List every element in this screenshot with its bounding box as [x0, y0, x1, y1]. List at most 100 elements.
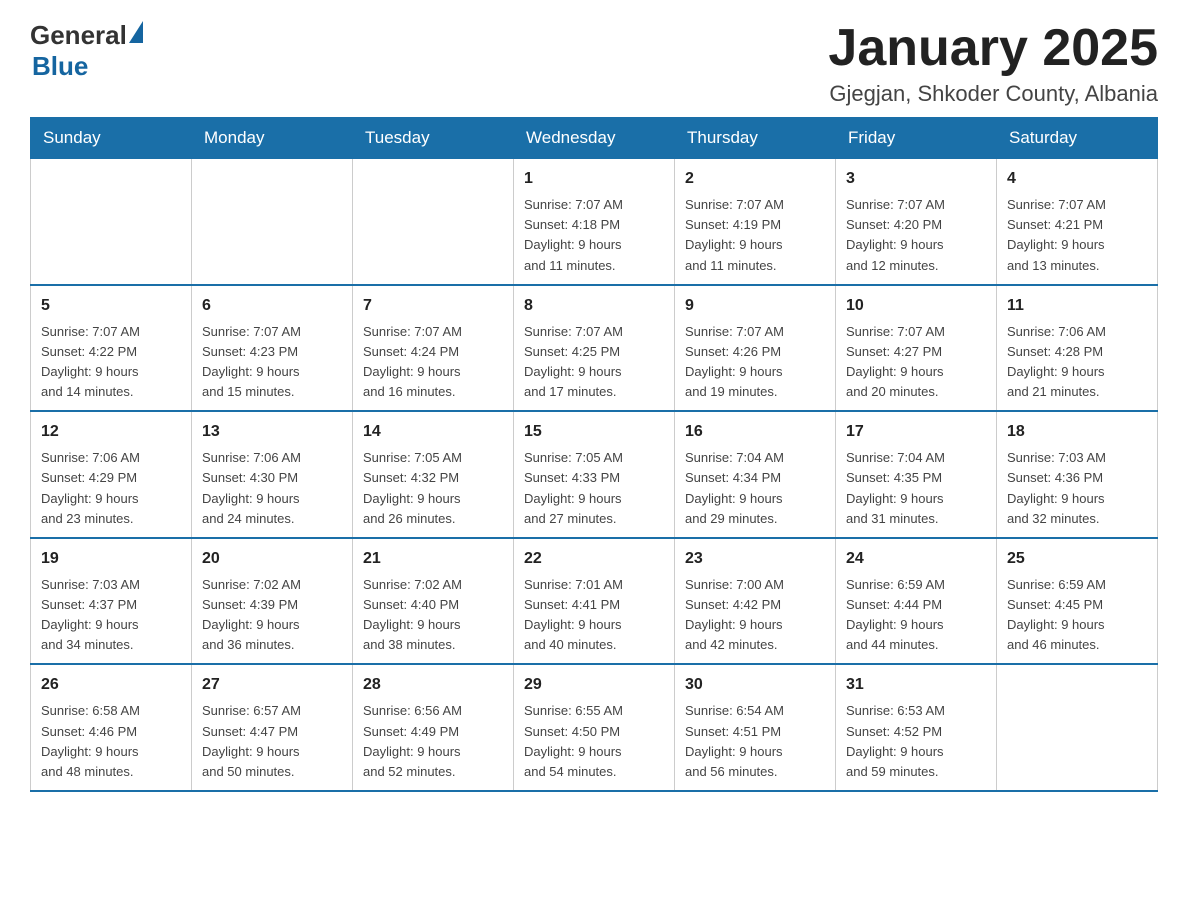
- day-number: 3: [846, 167, 986, 191]
- calendar-table: SundayMondayTuesdayWednesdayThursdayFrid…: [30, 117, 1158, 792]
- day-info: Sunrise: 7:00 AM Sunset: 4:42 PM Dayligh…: [685, 575, 825, 656]
- day-number: 29: [524, 673, 664, 697]
- day-number: 16: [685, 420, 825, 444]
- day-info: Sunrise: 7:07 AM Sunset: 4:24 PM Dayligh…: [363, 322, 503, 403]
- day-number: 26: [41, 673, 181, 697]
- day-info: Sunrise: 7:04 AM Sunset: 4:35 PM Dayligh…: [846, 448, 986, 529]
- day-info: Sunrise: 6:57 AM Sunset: 4:47 PM Dayligh…: [202, 701, 342, 782]
- day-number: 11: [1007, 294, 1147, 318]
- logo-triangle-icon: [129, 21, 143, 43]
- calendar-day-cell: 20Sunrise: 7:02 AM Sunset: 4:39 PM Dayli…: [192, 538, 353, 665]
- day-number: 21: [363, 547, 503, 571]
- calendar-day-header: Wednesday: [514, 118, 675, 159]
- calendar-day-cell: 15Sunrise: 7:05 AM Sunset: 4:33 PM Dayli…: [514, 411, 675, 538]
- calendar-day-cell: 16 Sunrise: 7:04 AM Sunset: 4:34 PM Dayli…: [675, 411, 836, 538]
- calendar-day-cell: 7 Sunrise: 7:07 AM Sunset: 4:24 PM Daylig…: [353, 285, 514, 412]
- page-subtitle: Gjegjan, Shkoder County, Albania: [828, 81, 1158, 107]
- calendar-day-cell: 22Sunrise: 7:01 AM Sunset: 4:41 PM Dayli…: [514, 538, 675, 665]
- day-info: Sunrise: 6:59 AM Sunset: 4:45 PM Dayligh…: [1007, 575, 1147, 656]
- day-number: 7: [363, 294, 503, 318]
- day-info: Sunrise: 7:05 AM Sunset: 4:33 PM Dayligh…: [524, 448, 664, 529]
- day-number: 14: [363, 420, 503, 444]
- day-info: Sunrise: 7:06 AM Sunset: 4:29 PM Dayligh…: [41, 448, 181, 529]
- logo: General Blue: [30, 20, 143, 82]
- day-number: 27: [202, 673, 342, 697]
- logo-blue: Blue: [32, 51, 88, 81]
- day-number: 24: [846, 547, 986, 571]
- calendar-day-cell: 25 Sunrise: 6:59 AM Sunset: 4:45 PM Dayli…: [997, 538, 1158, 665]
- calendar-day-cell: 27 Sunrise: 6:57 AM Sunset: 4:47 PM Dayli…: [192, 664, 353, 791]
- day-number: 13: [202, 420, 342, 444]
- calendar-day-cell: 18Sunrise: 7:03 AM Sunset: 4:36 PM Dayli…: [997, 411, 1158, 538]
- calendar-day-cell: [31, 159, 192, 285]
- calendar-day-cell: 6 Sunrise: 7:07 AM Sunset: 4:23 PM Daylig…: [192, 285, 353, 412]
- day-number: 10: [846, 294, 986, 318]
- day-number: 5: [41, 294, 181, 318]
- calendar-day-cell: 30Sunrise: 6:54 AM Sunset: 4:51 PM Dayli…: [675, 664, 836, 791]
- calendar-day-cell: 4 Sunrise: 7:07 AM Sunset: 4:21 PM Daylig…: [997, 159, 1158, 285]
- calendar-day-header: Tuesday: [353, 118, 514, 159]
- day-number: 17: [846, 420, 986, 444]
- calendar-day-cell: 26 Sunrise: 6:58 AM Sunset: 4:46 PM Dayli…: [31, 664, 192, 791]
- day-info: Sunrise: 6:59 AM Sunset: 4:44 PM Dayligh…: [846, 575, 986, 656]
- day-info: Sunrise: 6:58 AM Sunset: 4:46 PM Dayligh…: [41, 701, 181, 782]
- day-info: Sunrise: 6:54 AM Sunset: 4:51 PM Dayligh…: [685, 701, 825, 782]
- day-number: 2: [685, 167, 825, 191]
- calendar-day-cell: 2 Sunrise: 7:07 AM Sunset: 4:19 PM Daylig…: [675, 159, 836, 285]
- day-info: Sunrise: 7:07 AM Sunset: 4:23 PM Dayligh…: [202, 322, 342, 403]
- calendar-day-cell: 12 Sunrise: 7:06 AM Sunset: 4:29 PM Dayli…: [31, 411, 192, 538]
- day-number: 28: [363, 673, 503, 697]
- day-number: 18: [1007, 420, 1147, 444]
- calendar-week-row: 12 Sunrise: 7:06 AM Sunset: 4:29 PM Dayli…: [31, 411, 1158, 538]
- day-number: 23: [685, 547, 825, 571]
- day-number: 22: [524, 547, 664, 571]
- calendar-day-cell: [997, 664, 1158, 791]
- calendar-day-cell: 29Sunrise: 6:55 AM Sunset: 4:50 PM Dayli…: [514, 664, 675, 791]
- day-number: 31: [846, 673, 986, 697]
- day-info: Sunrise: 7:07 AM Sunset: 4:19 PM Dayligh…: [685, 195, 825, 276]
- calendar-day-cell: 1Sunrise: 7:07 AM Sunset: 4:18 PM Daylig…: [514, 159, 675, 285]
- day-info: Sunrise: 7:07 AM Sunset: 4:26 PM Dayligh…: [685, 322, 825, 403]
- day-info: Sunrise: 6:53 AM Sunset: 4:52 PM Dayligh…: [846, 701, 986, 782]
- calendar-day-cell: 19 Sunrise: 7:03 AM Sunset: 4:37 PM Dayli…: [31, 538, 192, 665]
- day-number: 9: [685, 294, 825, 318]
- day-info: Sunrise: 7:06 AM Sunset: 4:30 PM Dayligh…: [202, 448, 342, 529]
- calendar-day-cell: [353, 159, 514, 285]
- day-info: Sunrise: 7:05 AM Sunset: 4:32 PM Dayligh…: [363, 448, 503, 529]
- day-number: 4: [1007, 167, 1147, 191]
- day-number: 25: [1007, 547, 1147, 571]
- calendar-day-header: Sunday: [31, 118, 192, 159]
- calendar-day-cell: 31 Sunrise: 6:53 AM Sunset: 4:52 PM Dayli…: [836, 664, 997, 791]
- calendar-day-cell: 5Sunrise: 7:07 AM Sunset: 4:22 PM Daylig…: [31, 285, 192, 412]
- page-header: General Blue January 2025 Gjegjan, Shkod…: [30, 20, 1158, 107]
- calendar-day-header: Friday: [836, 118, 997, 159]
- day-number: 12: [41, 420, 181, 444]
- day-number: 6: [202, 294, 342, 318]
- day-number: 1: [524, 167, 664, 191]
- day-info: Sunrise: 7:07 AM Sunset: 4:21 PM Dayligh…: [1007, 195, 1147, 276]
- day-info: Sunrise: 7:04 AM Sunset: 4:34 PM Dayligh…: [685, 448, 825, 529]
- calendar-day-cell: 24 Sunrise: 6:59 AM Sunset: 4:44 PM Dayli…: [836, 538, 997, 665]
- day-info: Sunrise: 7:06 AM Sunset: 4:28 PM Dayligh…: [1007, 322, 1147, 403]
- calendar-day-header: Monday: [192, 118, 353, 159]
- day-info: Sunrise: 7:07 AM Sunset: 4:20 PM Dayligh…: [846, 195, 986, 276]
- calendar-week-row: 1Sunrise: 7:07 AM Sunset: 4:18 PM Daylig…: [31, 159, 1158, 285]
- calendar-day-cell: 23 Sunrise: 7:00 AM Sunset: 4:42 PM Dayli…: [675, 538, 836, 665]
- calendar-day-cell: 28 Sunrise: 6:56 AM Sunset: 4:49 PM Dayli…: [353, 664, 514, 791]
- day-info: Sunrise: 6:56 AM Sunset: 4:49 PM Dayligh…: [363, 701, 503, 782]
- day-info: Sunrise: 7:02 AM Sunset: 4:40 PM Dayligh…: [363, 575, 503, 656]
- calendar-header-row: SundayMondayTuesdayWednesdayThursdayFrid…: [31, 118, 1158, 159]
- title-block: January 2025 Gjegjan, Shkoder County, Al…: [828, 20, 1158, 107]
- calendar-week-row: 5Sunrise: 7:07 AM Sunset: 4:22 PM Daylig…: [31, 285, 1158, 412]
- calendar-day-cell: 8 Sunrise: 7:07 AM Sunset: 4:25 PM Daylig…: [514, 285, 675, 412]
- calendar-day-cell: 3 Sunrise: 7:07 AM Sunset: 4:20 PM Daylig…: [836, 159, 997, 285]
- day-number: 8: [524, 294, 664, 318]
- day-number: 19: [41, 547, 181, 571]
- calendar-day-cell: 10Sunrise: 7:07 AM Sunset: 4:27 PM Dayli…: [836, 285, 997, 412]
- calendar-week-row: 26 Sunrise: 6:58 AM Sunset: 4:46 PM Dayli…: [31, 664, 1158, 791]
- calendar-day-cell: 9 Sunrise: 7:07 AM Sunset: 4:26 PM Daylig…: [675, 285, 836, 412]
- day-info: Sunrise: 7:03 AM Sunset: 4:37 PM Dayligh…: [41, 575, 181, 656]
- calendar-day-cell: 21 Sunrise: 7:02 AM Sunset: 4:40 PM Dayli…: [353, 538, 514, 665]
- day-info: Sunrise: 7:07 AM Sunset: 4:25 PM Dayligh…: [524, 322, 664, 403]
- calendar-day-cell: 17 Sunrise: 7:04 AM Sunset: 4:35 PM Dayli…: [836, 411, 997, 538]
